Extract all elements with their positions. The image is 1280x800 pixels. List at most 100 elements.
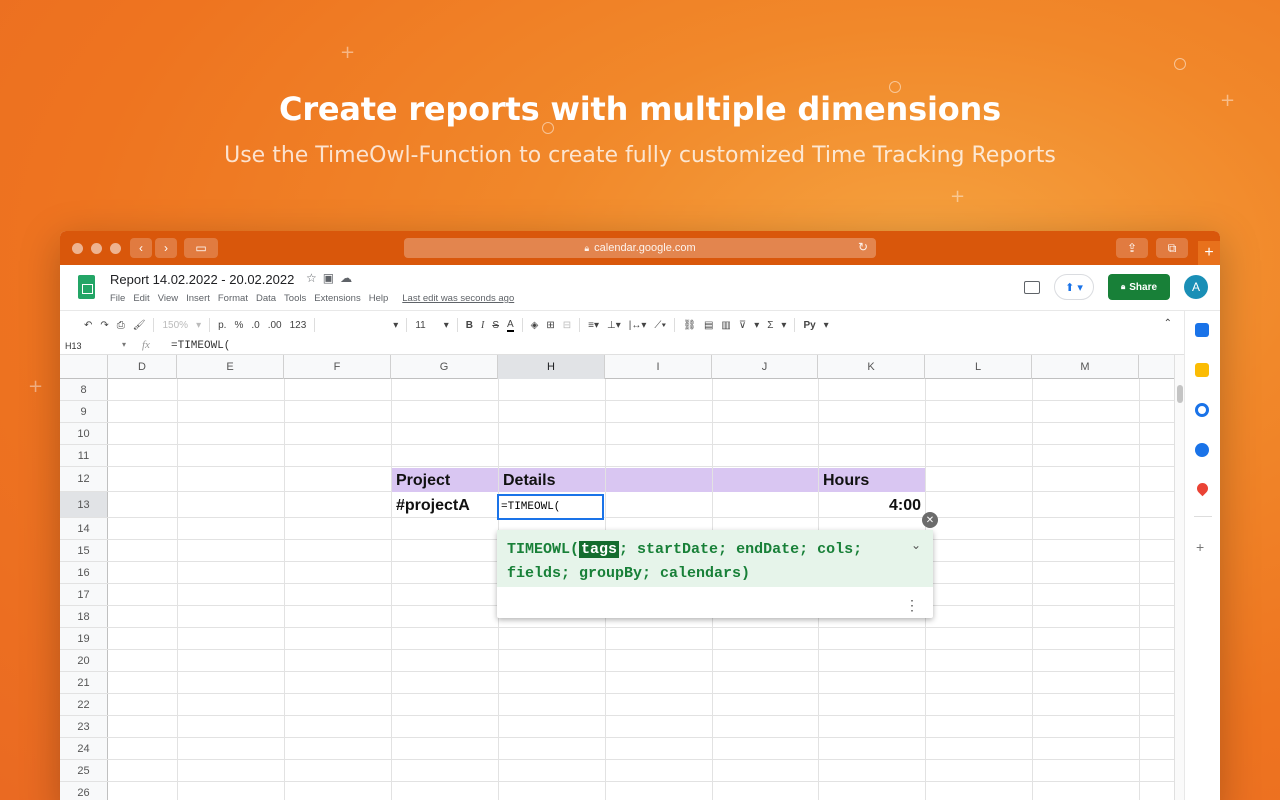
row-header[interactable]: 13 [60,492,108,517]
row-header[interactable]: 18 [60,606,108,627]
menu-data[interactable]: Data [256,293,276,304]
minimize-window-button[interactable] [91,242,102,254]
menu-insert[interactable]: Insert [186,293,210,304]
row-header[interactable]: 21 [60,672,108,693]
font-size-select[interactable]: 11 [415,320,425,331]
row-header[interactable]: 22 [60,694,108,715]
column-header[interactable]: G [391,355,498,379]
close-icon[interactable]: ✕ [922,512,938,528]
increase-decimal-button[interactable]: .00 [268,320,282,331]
menu-help[interactable]: Help [369,293,389,304]
sidebar-toggle-button[interactable]: ▭ [184,238,218,258]
paint-format-icon[interactable]: 🖌︎ [133,320,146,331]
print-icon[interactable]: ⎙ [117,320,125,331]
column-header[interactable]: M [1032,355,1139,379]
menu-file[interactable]: File [110,293,125,304]
star-icon[interactable]: ☆ [306,271,323,285]
cell-h12[interactable]: Details [498,468,605,493]
cloud-status-icon[interactable]: ☁ [340,271,358,285]
row-header[interactable]: 20 [60,650,108,671]
currency-format-button[interactable]: p. [218,320,226,331]
column-header[interactable]: K [818,355,925,379]
close-window-button[interactable] [72,242,83,254]
tabs-overview-button[interactable]: ⧉ [1156,238,1188,258]
menu-edit[interactable]: Edit [133,293,149,304]
active-cell-editor[interactable]: =TIMEOWL( [497,494,604,520]
calendar-icon[interactable] [1195,323,1209,337]
document-title[interactable]: Report 14.02.2022 - 20.02.2022 [110,272,294,287]
select-all-corner[interactable] [60,355,108,379]
share-page-button[interactable]: ⇪ [1116,238,1148,258]
add-addon-icon[interactable]: + [1196,539,1204,555]
present-button[interactable]: ⬆︎ ▾ [1054,274,1094,300]
column-header[interactable]: J [712,355,818,379]
column-header[interactable]: E [177,355,284,379]
cell-g13[interactable]: #projectA [391,493,498,519]
more-vert-icon[interactable]: ⋮ [905,598,919,612]
row-header[interactable]: 16 [60,562,108,583]
row-header[interactable]: 14 [60,518,108,539]
collapse-toolbar-icon[interactable]: ⌃ [1164,318,1172,329]
menu-format[interactable]: Format [218,293,248,304]
text-wrap-icon[interactable]: |↔▾ [629,320,647,331]
row-header[interactable]: 23 [60,716,108,737]
share-button[interactable]: 🔒︎ Share [1108,274,1170,300]
row-header[interactable]: 15 [60,540,108,561]
filter-icon[interactable]: ⊽ [739,320,746,331]
menu-tools[interactable]: Tools [284,293,306,304]
row-header[interactable]: 26 [60,782,108,800]
menu-extensions[interactable]: Extensions [314,293,360,304]
vertical-align-icon[interactable]: ⊥▾ [607,320,621,331]
more-formats-button[interactable]: 123 [290,320,307,331]
tasks-icon[interactable] [1195,403,1209,417]
insert-chart-icon[interactable]: ▥ [721,320,730,331]
strikethrough-button[interactable]: S [492,320,499,331]
row-header[interactable]: 11 [60,445,108,466]
reload-icon[interactable]: ↻ [858,240,868,254]
functions-button[interactable]: Σ [767,320,773,331]
column-header[interactable]: L [925,355,1032,379]
new-tab-button[interactable]: + [1198,241,1220,265]
row-header[interactable]: 10 [60,423,108,444]
column-header[interactable]: D [108,355,177,379]
keep-icon[interactable] [1195,363,1209,377]
chevron-down-icon[interactable]: ⌄ [911,538,921,552]
undo-icon[interactable]: ↶ [84,320,92,331]
formula-input[interactable]: =TIMEOWL( [171,340,230,352]
name-box[interactable]: H13 [65,341,82,351]
cell-k12[interactable]: Hours [818,468,925,493]
text-rotation-icon[interactable]: ⟋▾ [654,320,666,331]
row-header[interactable]: 19 [60,628,108,649]
column-header[interactable]: H [498,355,605,379]
row-header[interactable]: 17 [60,584,108,605]
vertical-scrollbar[interactable] [1174,355,1184,800]
insert-link-icon[interactable]: ⛓︎ [683,320,696,331]
merge-cells-icon[interactable]: ⊟ [563,320,571,331]
text-color-button[interactable]: A [506,319,514,332]
scrollbar-thumb[interactable] [1177,385,1183,403]
redo-icon[interactable]: ↷ [100,320,108,331]
contacts-icon[interactable] [1195,443,1209,457]
decrease-decimal-button[interactable]: .0 [251,320,259,331]
menu-view[interactable]: View [158,293,178,304]
back-button[interactable]: ‹ [130,238,152,258]
zoom-select[interactable]: 150% [162,320,188,331]
borders-icon[interactable]: ⊞ [546,320,554,331]
bold-button[interactable]: B [466,320,473,331]
avatar[interactable]: A [1184,275,1208,299]
column-header[interactable]: I [605,355,712,379]
last-edit-link[interactable]: Last edit was seconds ago [402,293,514,304]
insert-comment-icon[interactable]: ▤ [704,320,713,331]
move-folder-icon[interactable]: ▣ [323,271,340,285]
column-header[interactable]: F [284,355,391,379]
row-header[interactable]: 25 [60,760,108,781]
row-header[interactable]: 9 [60,401,108,422]
comment-history-icon[interactable] [1024,280,1040,294]
row-header[interactable]: 12 [60,467,108,491]
maximize-window-button[interactable] [110,242,121,254]
row-header[interactable]: 24 [60,738,108,759]
input-tools-button[interactable]: Py [803,320,815,331]
cell-k13[interactable]: 4:00 [818,493,925,519]
fill-color-icon[interactable]: ◈ [531,320,539,331]
maps-icon[interactable] [1194,480,1211,497]
